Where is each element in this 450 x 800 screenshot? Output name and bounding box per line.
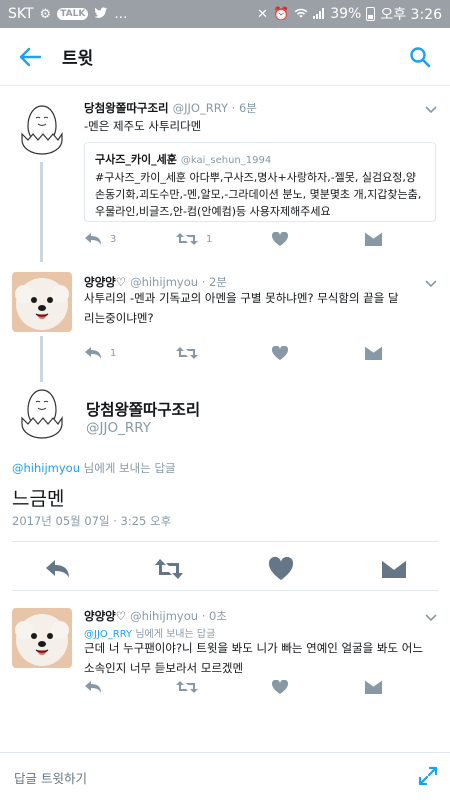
search-button[interactable] [390, 28, 450, 86]
retweet-count: 1 [206, 233, 213, 245]
avatar[interactable] [14, 100, 70, 156]
reply-count: 3 [110, 233, 117, 245]
like-icon[interactable] [268, 556, 294, 582]
tweet-text: 근데 너 누구팬이야?니 트윗을 봐도 니가 빠는 연예인 얼굴을 봐도 어느 … [84, 641, 423, 675]
settings-icon: ⚙ [39, 6, 52, 22]
dm-icon [365, 346, 382, 360]
display-name[interactable]: 양양양♡ [84, 275, 126, 289]
reply-compose-bar[interactable]: 답글 트윗하기 [0, 752, 450, 800]
battery-percent: 39% [330, 6, 362, 22]
talk-badge-icon: TALK [57, 8, 89, 20]
reply-button[interactable]: 3 [84, 232, 116, 246]
retweet-button[interactable] [176, 346, 198, 360]
like-icon [272, 680, 288, 694]
tweet-reply[interactable]: 양양양♡ @hihijmyou · 0초 @JJO_RRY 님에게 보내는 답글 … [0, 596, 450, 706]
reply-icon [85, 681, 101, 693]
retweet-icon[interactable] [154, 556, 184, 582]
more-notifications-icon: … [114, 6, 128, 22]
dm-button[interactable] [365, 232, 382, 246]
reply-to-suffix: 님에게 보내는 답글 [80, 461, 176, 475]
dm-icon [365, 232, 382, 246]
display-name[interactable]: 양양양♡ [84, 609, 126, 623]
tweet-actions [84, 680, 414, 700]
quoted-handle: @kai_sehun_1994 [180, 155, 272, 166]
carrier-label: SKT [8, 6, 34, 22]
tweet-text: 사투리의 -멘과 기독교의 아멘을 구별 못하냐멘? 무식함의 끝을 달리는중이… [84, 291, 399, 325]
avatar[interactable] [12, 272, 72, 332]
alarm-icon: ⏰ [273, 6, 290, 22]
status-bar: SKT ⚙ TALK … ✕ ⏰ 39% 오후 3:26 [0, 0, 450, 28]
reply-icon[interactable] [44, 556, 70, 582]
like-icon [272, 232, 288, 246]
reply-icon [85, 233, 101, 245]
tweet-ancestor-2[interactable]: 양양양♡ @hihijmyou · 2분 사투리의 -멘과 기독교의 아멘을 구별… [0, 262, 450, 382]
mute-icon: ✕ [257, 6, 269, 22]
tweet-actions: 3 1 [84, 232, 414, 252]
chevron-down-icon[interactable] [424, 610, 438, 624]
avatar[interactable] [12, 608, 72, 668]
main-tweet-actions [0, 552, 450, 586]
retweet-button[interactable]: 1 [176, 232, 212, 246]
retweet-icon [176, 347, 198, 359]
reply-button[interactable]: 1 [84, 346, 116, 360]
divider [12, 541, 438, 542]
reply-count: 1 [110, 347, 117, 359]
dm-icon [365, 680, 382, 694]
retweet-icon [176, 681, 198, 693]
like-button[interactable] [272, 680, 288, 694]
handle-time: @JJO_RRY · 6분 [172, 101, 257, 115]
wifi-icon [294, 7, 308, 22]
dm-button[interactable] [365, 346, 382, 360]
back-button[interactable] [0, 28, 60, 86]
tweet-actions: 1 [84, 346, 414, 366]
main-tweet-text: 느금멘 [12, 488, 65, 510]
battery-icon [366, 7, 376, 21]
dm-button[interactable] [365, 680, 382, 694]
handle-time: @hihijmyou · 0초 [130, 609, 227, 623]
chevron-down-icon[interactable] [424, 276, 438, 290]
main-handle[interactable]: @JJO_RRY [86, 420, 151, 436]
reply-button[interactable] [84, 680, 102, 694]
dm-icon[interactable] [381, 556, 407, 582]
like-button[interactable] [272, 346, 288, 360]
quoted-tweet-text: #구사즈_카이_세훈 아다뿌,구사즈,명사+사랑하자,-젤못, 실검요정,양손동… [95, 171, 422, 218]
reply-to-mention[interactable]: @hihijmyou [12, 461, 80, 475]
reply-compose-input[interactable]: 답글 트윗하기 [14, 768, 87, 787]
main-timestamp: 2017년 05월 07일 · 3:25 오후 [12, 514, 172, 528]
app-bar: 트윗 [0, 28, 450, 86]
search-icon [410, 46, 431, 67]
like-button[interactable] [272, 232, 288, 246]
quoted-tweet-card[interactable]: 구사즈_카이_세훈 @kai_sehun_1994 #구사즈_카이_세훈 아다뿌,… [84, 142, 436, 222]
reply-to-line: @hihijmyou 님에게 보내는 답글 [12, 460, 176, 476]
display-name[interactable]: 당첨왕쫄따구조리 [84, 101, 169, 115]
signal-icon [313, 7, 325, 22]
like-icon [272, 346, 288, 360]
divider [12, 590, 438, 591]
retweet-icon [176, 233, 198, 245]
thread-line [40, 162, 43, 262]
avatar[interactable] [14, 384, 70, 440]
retweet-button[interactable] [176, 680, 198, 694]
tweet-text: -멘은 제주도 사투리다멘 [84, 119, 202, 133]
tweet-ancestor-1[interactable]: 당첨왕쫄따구조리 @JJO_RRY · 6분 -멘은 제주도 사투리다멘 구사즈_… [0, 86, 450, 262]
handle-time: @hihijmyou · 2분 [130, 275, 227, 289]
main-display-name[interactable]: 당첨왕쫄따구조리 [86, 398, 200, 420]
page-title: 트윗 [62, 49, 94, 69]
status-time: 오후 3:26 [380, 7, 442, 23]
quoted-display-name: 구사즈_카이_세훈 [95, 153, 177, 166]
reply-icon [85, 347, 101, 359]
back-arrow-icon [19, 47, 41, 66]
expand-icon[interactable] [418, 766, 438, 786]
twitter-bird-icon [94, 6, 108, 22]
thread-line [40, 336, 43, 382]
chevron-down-icon[interactable] [424, 102, 438, 116]
